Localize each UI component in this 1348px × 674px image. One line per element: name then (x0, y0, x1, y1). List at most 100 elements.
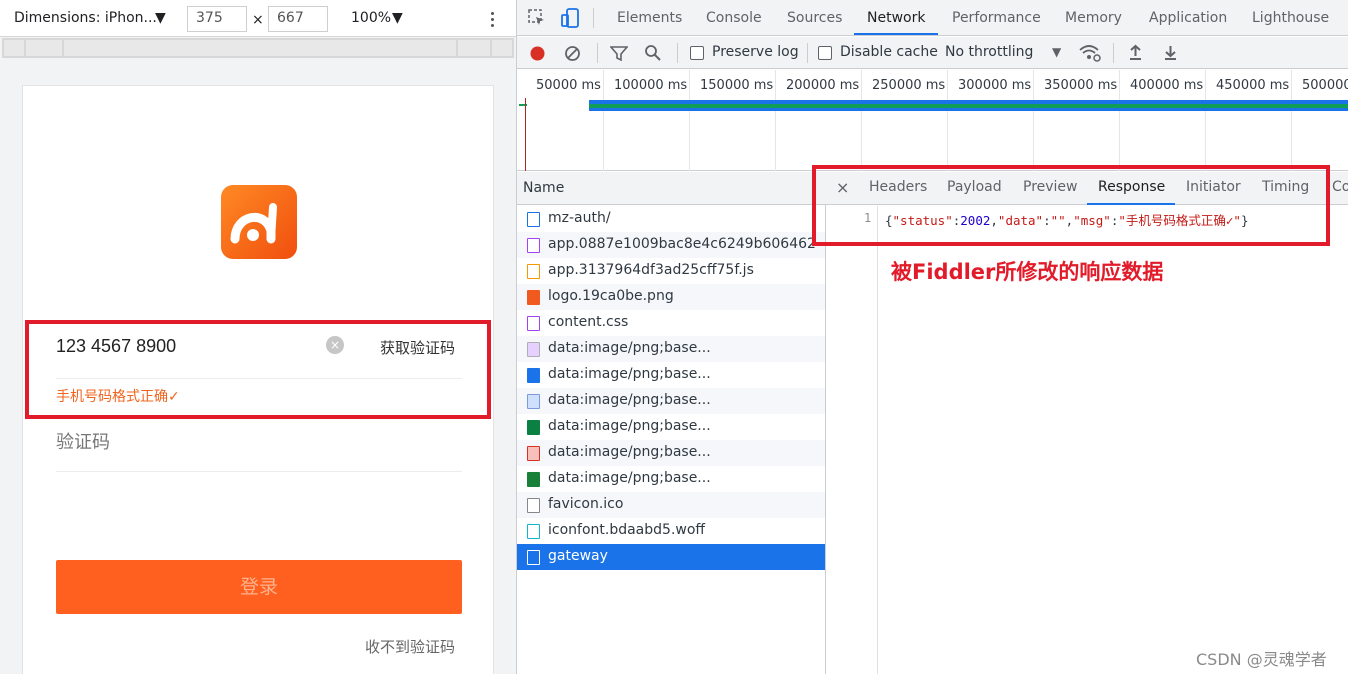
no-code-link[interactable]: 收不到验证码 (365, 636, 455, 657)
device-height-input[interactable]: 667 (268, 6, 328, 32)
request-name: app.0887e1009bac8e4c6249b6064624... (548, 236, 818, 252)
chevron-down-icon[interactable]: ▼ (1052, 45, 1061, 59)
tab-memory[interactable]: Memory (1065, 10, 1122, 26)
tab-console[interactable]: Console (706, 10, 762, 26)
request-row[interactable]: data:image/png;base... (517, 388, 825, 414)
timeline-bar-waiting (589, 108, 1348, 111)
request-name: data:image/png;base... (548, 392, 711, 408)
request-row[interactable]: app.0887e1009bac8e4c6249b6064624... (517, 232, 825, 258)
active-tab-indicator (854, 33, 938, 35)
import-har-icon[interactable] (1128, 44, 1143, 61)
timeline-tick: 500000 (1302, 78, 1348, 93)
tab-elements[interactable]: Elements (617, 10, 682, 26)
tab-network[interactable]: Network (867, 10, 925, 26)
network-conditions-icon[interactable] (1078, 43, 1102, 63)
tab-lighthouse[interactable]: Lighthouse (1252, 10, 1329, 26)
grid-line (603, 70, 604, 171)
timeline-tick: 400000 ms (1130, 78, 1204, 93)
timeline-tick: 100000 ms (614, 78, 688, 93)
timeline-tick: 250000 ms (872, 78, 946, 93)
request-row-selected[interactable]: gateway (517, 544, 825, 570)
request-row[interactable]: data:image/png;base... (517, 362, 825, 388)
clear-icon[interactable] (564, 45, 581, 62)
login-button[interactable]: 登录 (56, 560, 462, 614)
network-toolbar: Preserve log Disable cache No throttling… (517, 37, 1348, 69)
js-icon (527, 264, 540, 279)
export-har-icon[interactable] (1163, 44, 1178, 61)
device-toolbar: Dimensions: iPhon... ▼ 375 × 667 100% ▼ (0, 0, 516, 37)
line-number-gutter (826, 206, 878, 674)
css-icon (527, 316, 540, 331)
ruler-segment[interactable] (492, 40, 512, 56)
tab-performance[interactable]: Performance (952, 10, 1041, 26)
image-icon (527, 472, 540, 487)
request-row[interactable]: data:image/png;base... (517, 440, 825, 466)
more-options-icon[interactable] (486, 10, 498, 28)
grid-line (1033, 70, 1034, 171)
grid-line (1205, 70, 1206, 171)
device-toggle-icon[interactable] (561, 8, 581, 28)
grid-line (861, 70, 862, 171)
watermark: CSDN @灵魂学者 (1196, 650, 1327, 669)
tab-sources[interactable]: Sources (787, 10, 842, 26)
tab-application[interactable]: Application (1149, 10, 1227, 26)
devtools-tab-bar: Elements Console Sources Network Perform… (517, 0, 1348, 36)
ruler-segment[interactable] (4, 40, 24, 56)
image-icon (527, 394, 540, 409)
request-row[interactable]: iconfont.bdaabd5.woff (517, 518, 825, 544)
preserve-log-checkbox[interactable] (690, 46, 704, 60)
name-column-header[interactable]: Name (517, 172, 826, 205)
throttling-dropdown[interactable]: No throttling (945, 44, 1033, 60)
request-name: data:image/png;base... (548, 470, 711, 486)
request-row[interactable]: mz-auth/ (517, 206, 825, 232)
record-icon[interactable] (529, 45, 546, 62)
chevron-down-icon[interactable]: ▼ (155, 10, 166, 26)
timeline-tick: 350000 ms (1044, 78, 1118, 93)
separator (593, 8, 594, 28)
ruler-segment[interactable] (458, 40, 490, 56)
timeline-tick: 50000 ms (536, 78, 601, 93)
grid-line (947, 70, 948, 171)
css-icon (527, 238, 540, 253)
tab-cookies[interactable]: Co (1332, 179, 1348, 195)
device-dimensions-dropdown[interactable]: Dimensions: iPhon... (14, 10, 157, 26)
timeline-tick: 200000 ms (786, 78, 860, 93)
app-logo (221, 185, 297, 259)
request-row[interactable]: data:image/png;base... (517, 336, 825, 362)
document-icon (527, 212, 540, 227)
separator (1113, 43, 1114, 63)
font-icon (527, 524, 540, 539)
request-row[interactable]: data:image/png;base... (517, 466, 825, 492)
request-name: app.3137964df3ad25cff75f.js (548, 262, 754, 278)
disable-cache-checkbox[interactable] (818, 46, 832, 60)
network-overview-timeline[interactable]: 50000 ms 100000 ms 150000 ms 200000 ms 2… (517, 70, 1348, 171)
request-list: Name mz-auth/ app.0887e1009bac8e4c6249b6… (517, 172, 826, 674)
ruler-segment[interactable] (26, 40, 62, 56)
request-row[interactable]: app.3137964df3ad25cff75f.js (517, 258, 825, 284)
inspect-element-icon[interactable] (528, 9, 546, 27)
disable-cache-label[interactable]: Disable cache (840, 44, 938, 60)
separator (677, 43, 678, 63)
image-icon (527, 342, 540, 357)
ruler-segment[interactable] (64, 40, 456, 56)
request-name: gateway (548, 548, 608, 564)
highlight-box-response (812, 165, 1330, 246)
preserve-log-label[interactable]: Preserve log (712, 44, 799, 60)
request-name: mz-auth/ (548, 210, 611, 226)
separator (597, 43, 598, 63)
request-row[interactable]: favicon.ico (517, 492, 825, 518)
request-row[interactable]: content.css (517, 310, 825, 336)
filter-icon[interactable] (610, 45, 628, 62)
zoom-dropdown[interactable]: 100% (351, 10, 391, 26)
request-row[interactable]: logo.19ca0be.png (517, 284, 825, 310)
chevron-down-icon[interactable]: ▼ (392, 10, 403, 26)
request-row[interactable]: data:image/png;base... (517, 414, 825, 440)
grid-line (1119, 70, 1120, 171)
device-width-input[interactable]: 375 (187, 6, 247, 32)
separator (807, 43, 808, 63)
request-name: data:image/png;base... (548, 418, 711, 434)
search-icon[interactable] (644, 44, 662, 62)
request-name: data:image/png;base... (548, 366, 711, 382)
verification-code-input[interactable]: 验证码 (56, 428, 110, 454)
annotation-text: 被Fiddler所修改的响应数据 (891, 260, 1164, 284)
